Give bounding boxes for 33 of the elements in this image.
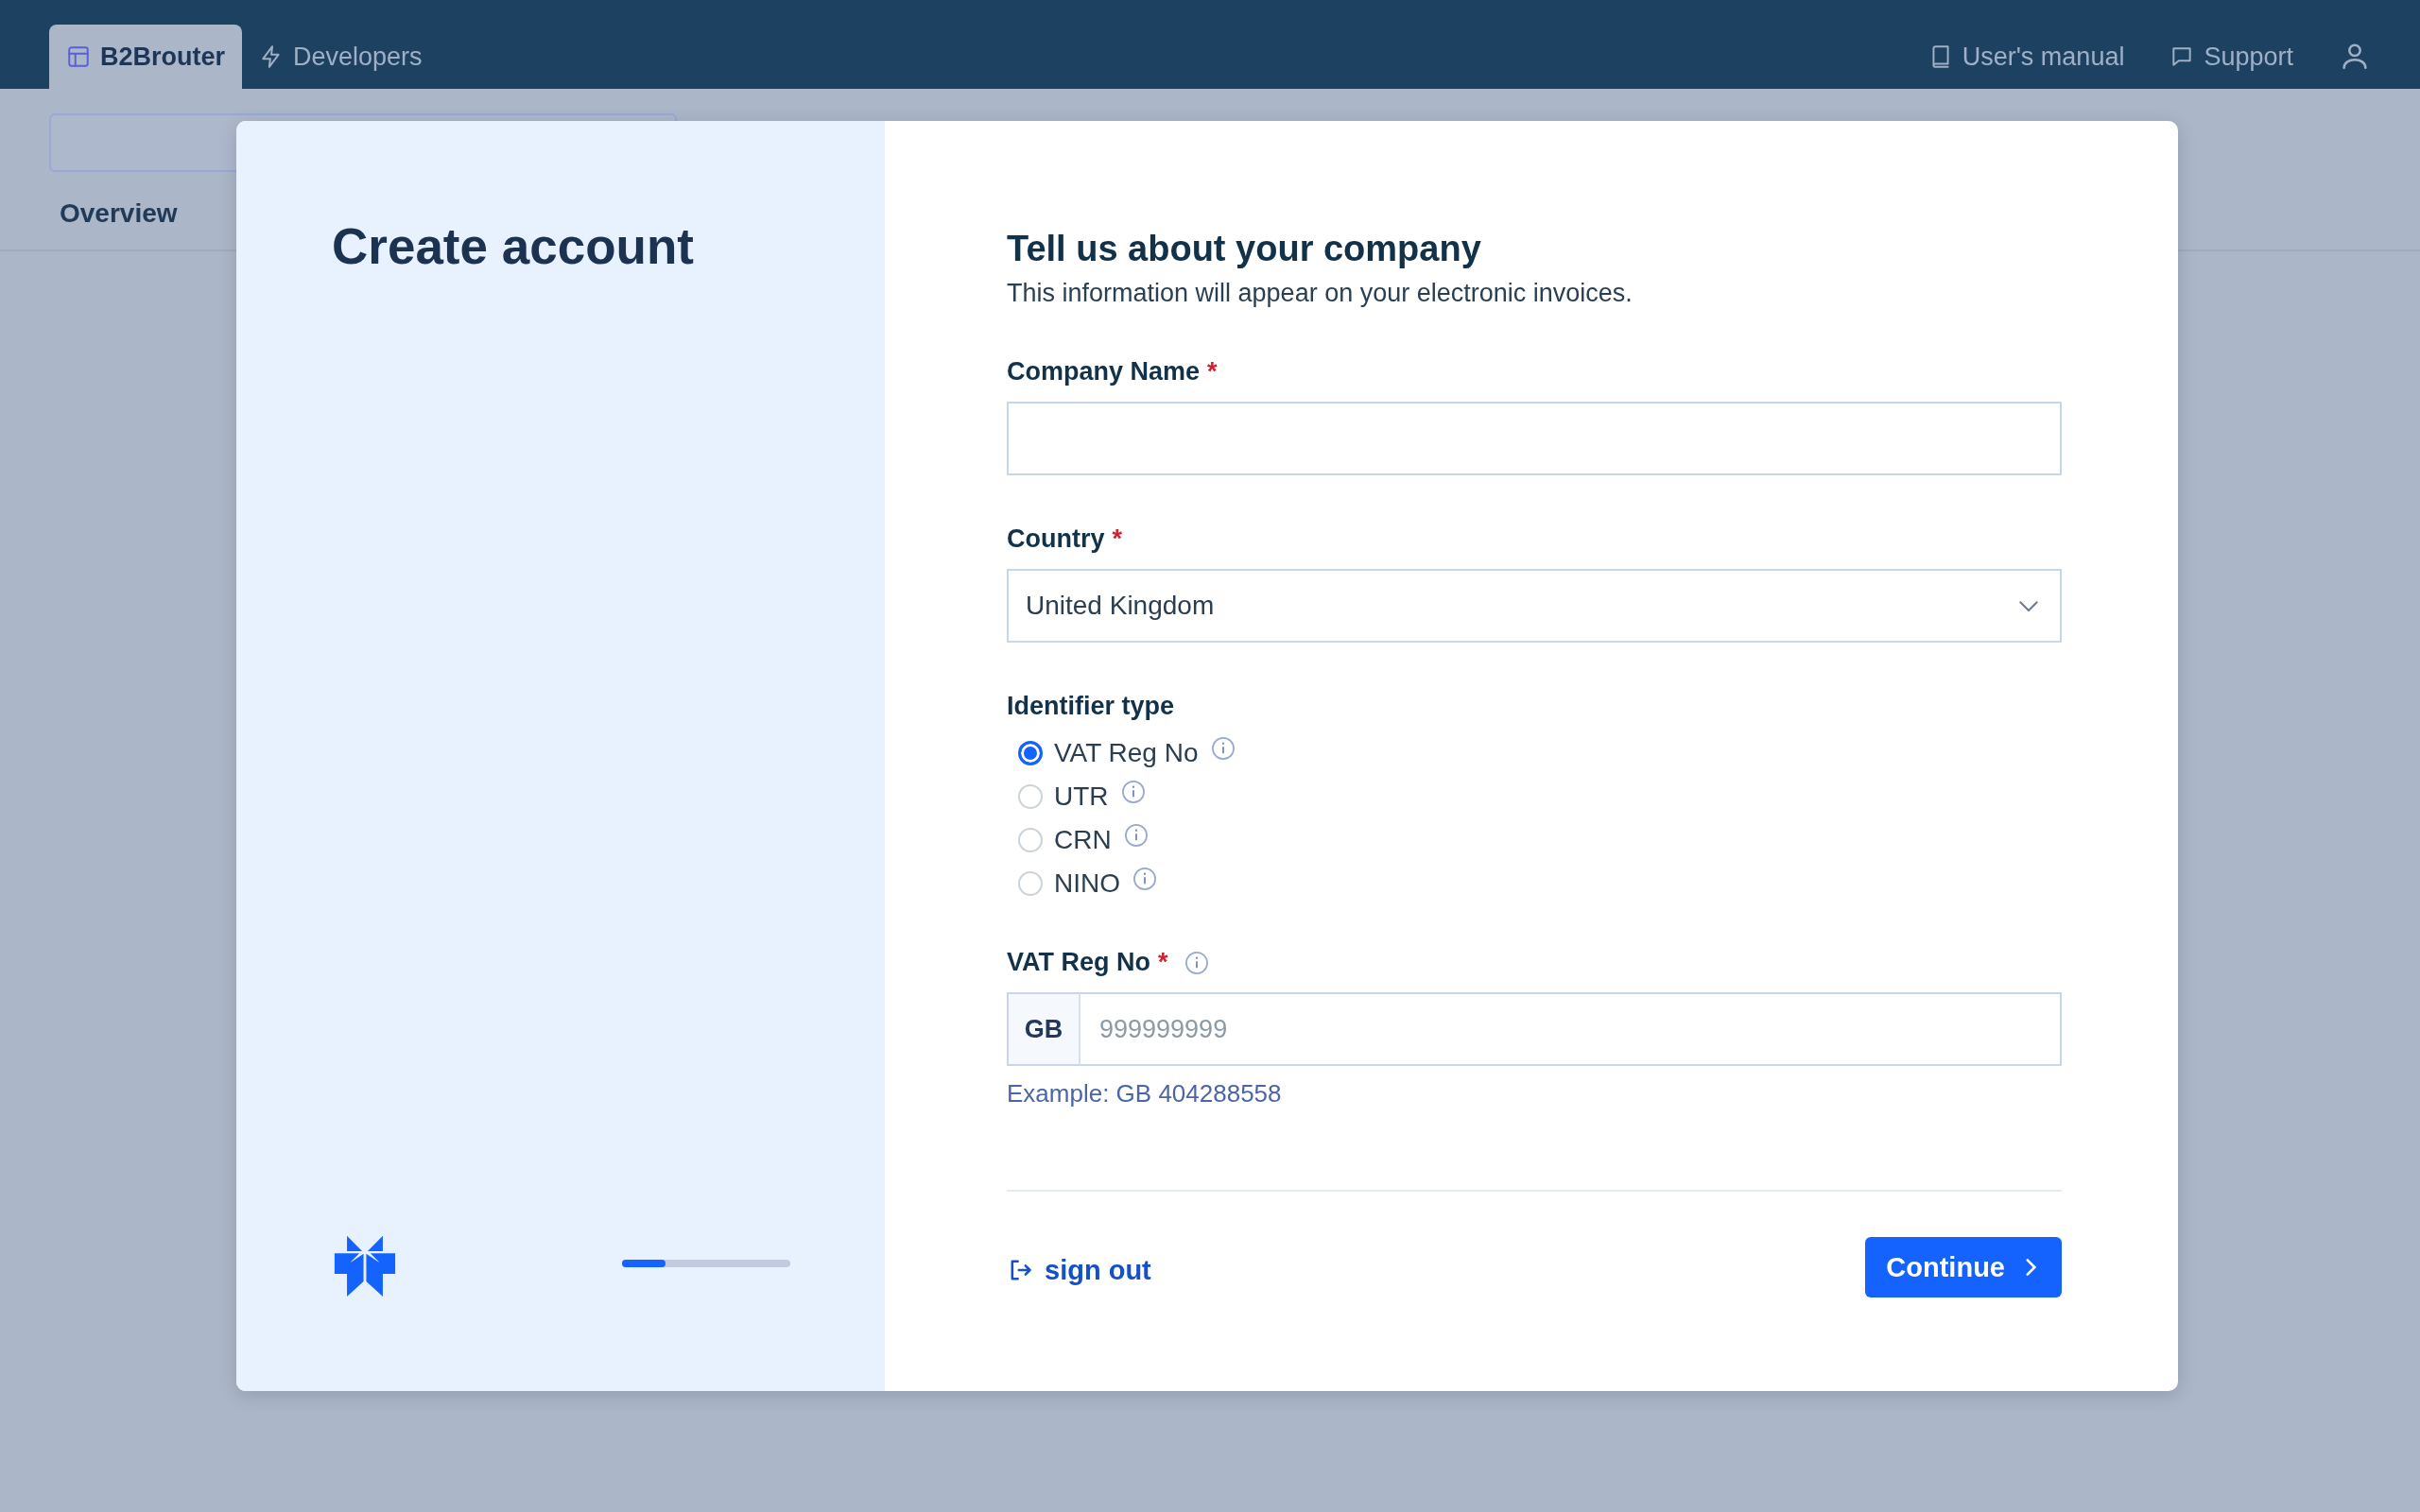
info-icon[interactable] [1122, 822, 1150, 849]
field-label: Company Name [1007, 357, 1201, 387]
required-mark: * [1158, 948, 1168, 977]
info-icon[interactable] [1209, 735, 1236, 762]
radio-button[interactable] [1018, 741, 1043, 765]
nav-tab[interactable]: Developers [242, 25, 440, 89]
nav-tab[interactable]: B2Brouter [49, 25, 243, 89]
info-icon[interactable] [1119, 779, 1147, 805]
sign-out-link[interactable]: sign out [1007, 1248, 1151, 1286]
field-label: Identifier type [1007, 692, 1175, 721]
option-label[interactable]: CRN [1054, 825, 1112, 855]
field-label: Country [1007, 524, 1105, 554]
option-label[interactable]: UTR [1054, 782, 1109, 812]
nav-link[interactable]: User's manual [1905, 25, 2148, 89]
required-mark: * [1207, 357, 1218, 387]
option-label[interactable]: VAT Reg No [1054, 738, 1199, 768]
nav-link[interactable]: Support [2147, 25, 2316, 89]
page-tab[interactable]: Overview [60, 198, 178, 249]
country-prefix: GB [1007, 992, 1080, 1066]
option-label[interactable]: NINO [1054, 868, 1120, 899]
info-icon[interactable] [1132, 866, 1158, 892]
field-label: VAT Reg No [1007, 948, 1150, 977]
continue-button[interactable]: Continue [1865, 1237, 2062, 1297]
form-description: This information will appear on your electronic invoices. [1007, 279, 1634, 308]
required-mark: * [1112, 524, 1122, 554]
info-icon[interactable] [1183, 949, 1210, 976]
dialog-title: Create account [332, 217, 695, 275]
input-field[interactable] [1007, 402, 2062, 475]
help-text: Example: GB 404288558 [1007, 1079, 1283, 1108]
vat-number-field[interactable]: 999999999 [1080, 992, 2062, 1066]
form-heading: Tell us about your company [1007, 229, 1482, 269]
country-dropdown[interactable]: United Kingdom [1007, 569, 2062, 643]
layout-icon [66, 44, 91, 69]
